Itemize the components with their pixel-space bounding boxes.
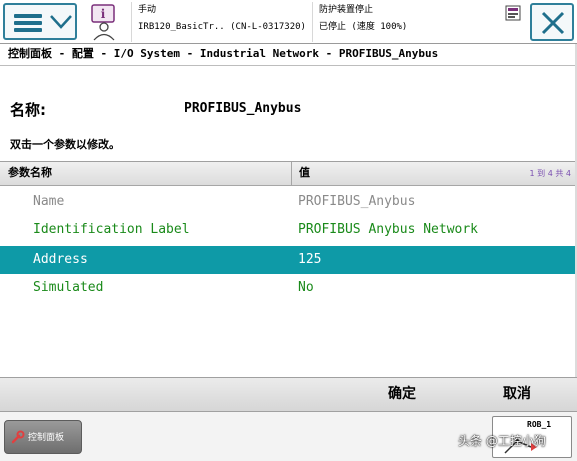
ok-button[interactable]: 确定 xyxy=(350,378,454,412)
table-row-selected[interactable]: Address 125 xyxy=(0,246,577,274)
param-name: Identification Label xyxy=(33,222,190,237)
instance-name-value: PROFIBUS_Anybus xyxy=(184,101,302,116)
table-row[interactable]: Identification Label PROFIBUS Anybus Net… xyxy=(0,216,577,244)
param-name: Simulated xyxy=(33,280,104,295)
watermark-text: 头条 @工控小狗 xyxy=(458,434,546,448)
param-value: No xyxy=(298,280,314,295)
edit-hint: 双击一个参数以修改。 xyxy=(10,138,120,151)
close-button[interactable] xyxy=(530,3,574,41)
top-bar: i 手动 IRB120_BasicTr.. (CN-L-0317320) 防护装… xyxy=(0,0,577,44)
close-icon xyxy=(541,11,565,35)
param-name: Name xyxy=(33,194,65,209)
status-info-icon[interactable]: i xyxy=(84,3,124,41)
wrench-icon xyxy=(11,430,25,444)
svg-text:i: i xyxy=(101,7,106,21)
action-bar: 确定 取消 xyxy=(0,377,577,412)
table-header: 参数名称 值 1 到 4 共 4 xyxy=(0,162,577,186)
param-value: PROFIBUS_Anybus xyxy=(298,194,416,209)
safety-status: 防护装置停止 已停止 (速度 100%) xyxy=(312,2,492,42)
system-name-text: IRB120_BasicTr.. (CN-L-0317320) xyxy=(138,22,306,32)
column-header-name[interactable]: 参数名称 xyxy=(0,162,292,186)
cancel-button[interactable]: 取消 xyxy=(464,378,570,412)
event-log-icon[interactable] xyxy=(505,5,521,21)
run-state-text: 已停止 (速度 100%) xyxy=(319,22,408,32)
page-indicator: 1 到 4 共 4 xyxy=(529,169,571,178)
parameter-table: 参数名称 值 1 到 4 共 4 Name PROFIBUS_Anybus Id… xyxy=(0,161,577,377)
param-value: PROFIBUS Anybus Network xyxy=(298,222,479,237)
table-row[interactable]: Simulated No xyxy=(0,274,577,302)
mechanical-unit-label: ROB_1 xyxy=(527,420,552,429)
safety-state-text: 防护装置停止 xyxy=(319,5,374,15)
operating-mode-text: 手动 xyxy=(138,5,157,15)
taskbar-item-control-panel[interactable]: 控制面板 xyxy=(4,420,82,454)
param-value: 125 xyxy=(298,252,322,267)
breadcrumb: 控制面板 - 配置 - I/O System - Industrial Netw… xyxy=(0,44,577,66)
taskbar-item-label: 控制面板 xyxy=(28,433,65,443)
instance-name-label: 名称: xyxy=(10,101,46,119)
main-menu-button[interactable] xyxy=(3,3,77,40)
param-name: Address xyxy=(33,252,88,267)
chevron-down-icon xyxy=(50,15,72,29)
hamburger-icon xyxy=(14,14,42,32)
table-row[interactable]: Name PROFIBUS_Anybus xyxy=(0,188,577,216)
system-status: 手动 IRB120_BasicTr.. (CN-L-0317320) xyxy=(131,2,309,42)
